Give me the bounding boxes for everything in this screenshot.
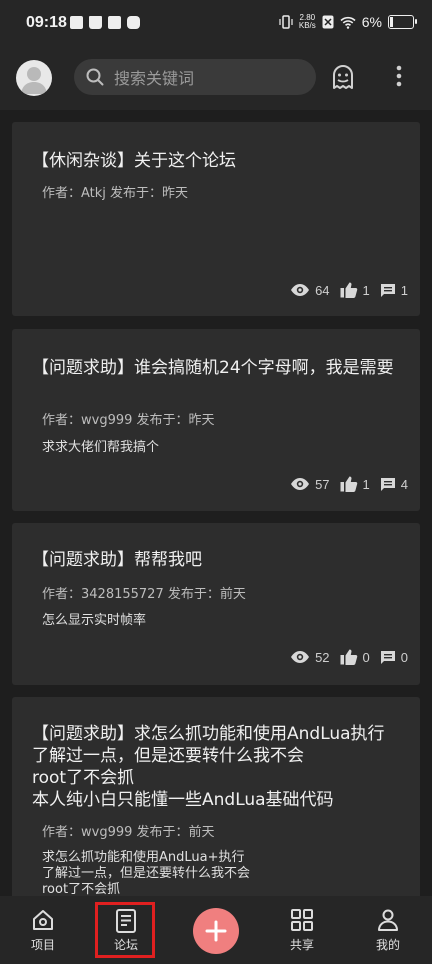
views-count: 52: [315, 649, 330, 665]
views-count: 64: [315, 282, 330, 298]
active-tab-highlight: [95, 902, 155, 958]
post-excerpt-line: 了解过一点，但是还要转什么我不会: [42, 866, 251, 881]
nav-item-me[interactable]: 我的: [348, 896, 428, 964]
post-card[interactable]: 【问题求助】帮帮我吧 作者：3428155727 发布于：前天 怎么显示实时帧率…: [12, 523, 420, 685]
search-input[interactable]: [112, 59, 306, 97]
post-stats: 64 1 1: [280, 282, 408, 298]
comments-stat[interactable]: 1: [380, 283, 408, 298]
eye-icon: [291, 478, 310, 490]
search-icon: [86, 68, 104, 86]
likes-count: 1: [362, 282, 370, 298]
search-bar[interactable]: [74, 59, 316, 97]
comment-icon: [380, 477, 395, 491]
person-icon: [378, 909, 398, 931]
post-excerpt: 求求大佬们帮我搞个: [42, 440, 160, 455]
top-bar: [0, 48, 432, 110]
grid-icon: [291, 909, 313, 931]
status-right: 2.80 KB/s 6%: [279, 14, 417, 30]
comments-count: 4: [400, 476, 408, 492]
views-stat: 64: [290, 282, 330, 298]
likes-count: 1: [362, 476, 370, 492]
wifi-icon: [340, 16, 356, 29]
post-stats: 52 0 0: [280, 649, 408, 665]
post-card[interactable]: 【问题求助】求怎么抓功能和使用AndLua执行 了解过一点，但是还要转什么我不会…: [12, 697, 420, 896]
likes-stat[interactable]: 0: [340, 649, 370, 665]
thumb-up-icon: [340, 649, 357, 665]
ghost-icon[interactable]: [330, 64, 356, 90]
comments-count: 0: [400, 649, 408, 665]
home-icon: [33, 910, 53, 930]
post-excerpt-line: 求怎么抓功能和使用AndLua+执行: [42, 850, 245, 865]
comments-stat[interactable]: 4: [380, 477, 408, 492]
avatar[interactable]: [16, 60, 52, 96]
post-card[interactable]: 【休闲杂谈】关于这个论坛 作者：Atkj 发布于：昨天 64 1 1: [12, 122, 420, 316]
post-meta: 作者：wvg999 发布于：昨天: [42, 413, 215, 428]
comments-stat[interactable]: 0: [380, 650, 408, 665]
views-count: 57: [315, 476, 330, 492]
chat-notification-icon: [127, 16, 140, 29]
post-excerpt: 怎么显示实时帧率: [42, 613, 147, 628]
post-title-line: 了解过一点，但是还要转什么我不会: [32, 746, 304, 766]
post-title: 【问题求助】帮帮我吧: [32, 550, 202, 570]
post-meta: 作者：Atkj 发布于：昨天: [42, 186, 189, 201]
comment-icon: [380, 650, 395, 664]
post-title-line: root了不会抓: [32, 768, 135, 788]
status-bar: 09:18 2.80 KB/s 6%: [0, 0, 432, 48]
app-notification-icon: [70, 16, 83, 29]
nav-label: 项目: [30, 938, 55, 952]
post-stats: 57 1 4: [280, 476, 408, 492]
plus-icon: [205, 920, 227, 942]
eye-icon: [291, 651, 310, 663]
network-speed-unit: KB/s: [298, 21, 316, 30]
likes-count: 0: [362, 649, 370, 665]
nav-item-shared[interactable]: 共享: [262, 896, 342, 964]
likes-stat[interactable]: 1: [340, 282, 370, 298]
network-speed: 2.80 KB/s: [299, 14, 316, 30]
sim-off-icon: [322, 15, 334, 29]
notification-icons: [70, 16, 140, 29]
add-post-button[interactable]: [193, 908, 239, 954]
views-stat: 52: [290, 649, 330, 665]
status-time: 09:18: [26, 14, 67, 31]
battery-percent: 6%: [361, 14, 382, 30]
post-meta: 作者：3428155727 发布于：前天: [42, 587, 246, 602]
nav-label: 我的: [375, 938, 400, 952]
nav-item-projects[interactable]: 项目: [3, 896, 83, 964]
eye-icon: [291, 284, 310, 296]
post-title-line: 本人纯小白只能懂一些AndLua基础代码: [32, 790, 334, 810]
thumb-up-icon: [340, 476, 357, 492]
comment-icon: [380, 283, 395, 297]
comments-count: 1: [400, 282, 408, 298]
crown-icon: [89, 16, 102, 29]
post-excerpt: 求怎么抓功能和使用AndLua+执行 了解过一点，但是还要转什么我不会 root…: [42, 850, 402, 896]
nav-label: 共享: [289, 938, 314, 952]
post-meta: 作者：wvg999 发布于：前天: [42, 825, 215, 840]
post-list: 【休闲杂谈】关于这个论坛 作者：Atkj 发布于：昨天 64 1 1 【问题求助…: [0, 110, 432, 896]
person-avatar-icon: [21, 67, 47, 94]
battery-icon: [388, 15, 417, 29]
post-title: 【问题求助】求怎么抓功能和使用AndLua执行 了解过一点，但是还要转什么我不会…: [32, 723, 427, 811]
post-excerpt-line: root了不会抓: [42, 882, 121, 896]
thumb-up-icon: [340, 282, 357, 298]
post-title: 【休闲杂谈】关于这个论坛: [32, 151, 236, 171]
views-stat: 57: [290, 476, 330, 492]
vibrate-icon: [279, 15, 293, 29]
likes-stat[interactable]: 1: [340, 476, 370, 492]
post-card[interactable]: 【问题求助】谁会搞随机24个字母啊，我是需要 作者：wvg999 发布于：昨天 …: [12, 329, 420, 511]
post-title: 【问题求助】谁会搞随机24个字母啊，我是需要: [32, 358, 394, 378]
more-vertical-icon[interactable]: [390, 62, 408, 90]
post-title-line: 【问题求助】求怎么抓功能和使用AndLua执行: [32, 724, 385, 744]
mail-icon: [108, 16, 121, 29]
